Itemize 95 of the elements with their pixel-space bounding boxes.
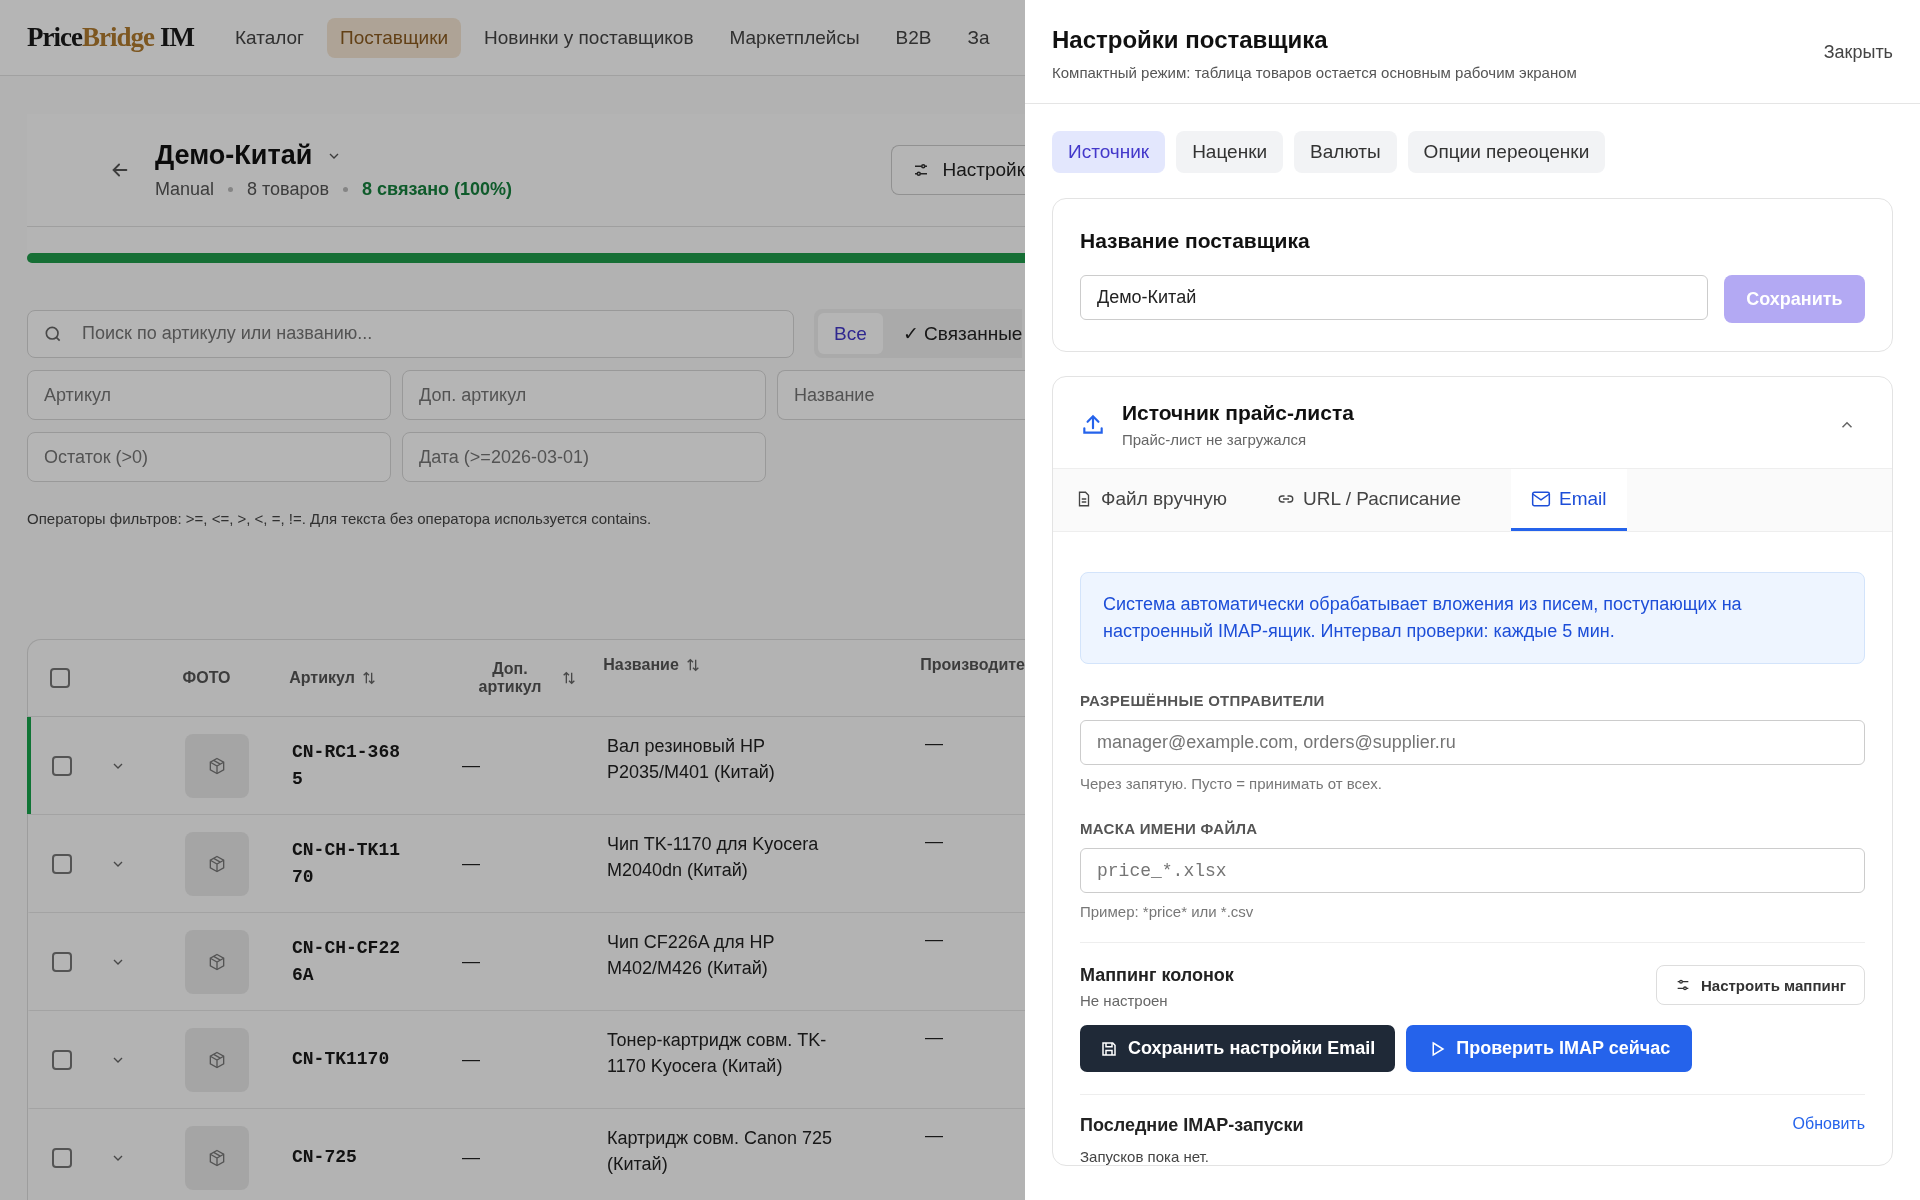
table-row[interactable]: CN-RC1-3685 — Вал резиновый HP P2035/M401 (Китай) — [27, 717, 1025, 815]
tab[interactable]: Опции переоценки [1407, 131, 1606, 173]
row-checkbox[interactable] [52, 755, 72, 776]
sku-cell-text: CN-TK1170 [292, 1048, 391, 1071]
sku-cell-text: CN-725 [292, 1146, 358, 1169]
table-row[interactable]: CN-CH-TK1170 — Чип TK-1170 для Kyocera M2040dn (Китай) — [27, 815, 1025, 913]
input-field[interactable]: manager@example.com, orders@supplier.ru [1080, 720, 1865, 765]
column-header[interactable]: Артикул [289, 669, 355, 687]
info-message: Система автоматически обрабатывает вложения из писем, поступающих на настроенный IMAP-ящик. Интервал проверки: каждые 5 мин. [1080, 572, 1865, 664]
supplier-meta: 8 связано (100%) [362, 179, 513, 200]
table-cell: — [462, 1049, 480, 1070]
sku-cell-text: CN-CH-TK1170 [292, 838, 402, 889]
nav-item[interactable]: Каталог [221, 17, 318, 58]
tab[interactable]: Валюты [1294, 131, 1397, 173]
row-checkbox[interactable] [52, 1049, 72, 1070]
save-email-settings-button[interactable]: Сохранить настройки Email [1080, 1025, 1396, 1072]
filter-field[interactable]: Дата (>=2026-03-01) [402, 432, 766, 482]
drawer-subtitle: Компактный режим: таблица товаров остается основным рабочим экраном [1052, 64, 1577, 81]
sku-cell-text: CN-RC1-3685 [292, 740, 402, 791]
tab[interactable]: Источник [1052, 131, 1166, 173]
separator-dot [228, 187, 234, 192]
search-field[interactable]: Поиск по артикулу или названию... [27, 309, 794, 358]
refresh-link[interactable]: Обновить [1792, 1115, 1865, 1136]
supplier-meta: Manual [155, 179, 215, 200]
column-header: Производите [920, 656, 1025, 674]
table-cell: — [925, 1027, 943, 1047]
mapping-title: Маппинг колонок [1080, 965, 1234, 986]
settings-button[interactable]: Настройк [891, 145, 1025, 195]
row-checkbox[interactable] [52, 853, 72, 874]
nav-item[interactable]: Новинки у поставщиков [471, 17, 707, 58]
source-tab[interactable]: Email [1511, 469, 1627, 531]
card-heading: Название поставщика [1080, 229, 1311, 253]
name-field[interactable]: Демо-Китай [1080, 275, 1708, 320]
runs-title: Последние IMAP-запуски [1080, 1115, 1304, 1136]
nav-item[interactable]: B2B [882, 17, 945, 58]
table-cell: — [925, 733, 943, 753]
box-icon [207, 1049, 227, 1070]
table-cell: — [925, 1125, 943, 1145]
field-label: МАСКА ИМЕНИ ФАЙЛА [1080, 820, 1259, 837]
nav-item[interactable]: Маркетплейсы [716, 17, 873, 58]
table-cell: — [462, 1147, 480, 1168]
filter-field[interactable]: Артикул [27, 370, 391, 420]
input-field[interactable]: price_*.xlsx [1080, 848, 1865, 893]
field-hint: Через запятую. Пусто = принимать от всех. [1080, 775, 1383, 792]
product-name-cell-text: Картридж совм. Canon 725 (Китай) [607, 1127, 833, 1177]
table-cell: — [462, 755, 480, 776]
box-icon [207, 1147, 227, 1168]
check-imap-button[interactable]: Проверить IMAP сейчас [1406, 1025, 1693, 1072]
tab[interactable]: Наценки [1176, 131, 1284, 173]
filter-field[interactable]: Доп. артикул [402, 370, 766, 420]
mapping-status: Не настроен [1080, 992, 1169, 1009]
separator-dot [343, 187, 349, 192]
table-row[interactable]: CN-725 — Картридж совм. Canon 725 (Китай) — [27, 1109, 1025, 1200]
select-all-checkbox[interactable] [50, 668, 70, 688]
filter-field[interactable]: Остаток (>0) [27, 432, 391, 482]
nav-item[interactable]: Поставщики [327, 17, 462, 58]
product-name-cell-text: Чип CF226A для HP M402/M426 (Китай) [607, 931, 776, 981]
table-cell: — [462, 951, 480, 972]
logo[interactable]: PriceBridge IM [27, 22, 194, 53]
table-cell: — [462, 853, 480, 874]
product-name-cell-text: Чип TK-1170 для Kyocera M2040dn (Китай) [607, 833, 820, 883]
table-cell: — [925, 929, 943, 949]
card-heading: Источник прайс-листа [1122, 401, 1355, 425]
supplier-meta: 8 товаров [247, 179, 330, 200]
table-row[interactable]: CN-CH-CF226A — Чип CF226A для HP M402/M426 (Китай) — [27, 913, 1025, 1011]
box-icon [207, 951, 227, 972]
filter-chip[interactable]: ✓ Связанные [886, 313, 1023, 354]
close-button[interactable]: Закрыть [1823, 42, 1893, 63]
configure-mapping-button[interactable]: Настроить маппинг [1655, 965, 1865, 1005]
mail-icon [1531, 489, 1551, 508]
column-header[interactable]: Название [603, 656, 679, 674]
filter-chip[interactable]: Все [818, 313, 883, 354]
card-subtitle: Прайс-лист не загружался [1122, 431, 1308, 448]
supplier-title: Демо-Китай [155, 140, 313, 171]
filter-hint: Операторы фильтров: >=, <=, >, <, =, !=. Для текста без оператора используется contains. [27, 510, 653, 527]
field-hint: Пример: *price* или *.csv [1080, 903, 1255, 920]
sku-cell-text: CN-CH-CF226A [292, 936, 402, 987]
table-cell: — [925, 831, 943, 851]
product-name-cell-text: Тонер-картридж совм. TK-1170 Kyocera (Китай) [607, 1029, 828, 1079]
row-checkbox[interactable] [52, 1147, 72, 1168]
product-name-cell-text: Вал резиновый HP P2035/M401 (Китай) [607, 735, 776, 785]
sort-icon[interactable] [561, 670, 577, 686]
column-header: ФОТО [182, 669, 231, 687]
column-header[interactable]: Доп. артикул [465, 660, 555, 696]
nav-item[interactable]: За [954, 17, 990, 58]
empty-message: Запусков пока нет. [1080, 1148, 1210, 1165]
field-label: РАЗРЕШЁННЫЕ ОТПРАВИТЕЛИ [1080, 692, 1326, 709]
row-checkbox[interactable] [52, 951, 72, 972]
box-icon [207, 755, 227, 776]
table-row[interactable]: CN-TK1170 — Тонер-картридж совм. TK-1170 Kyocera (Китай) — [27, 1011, 1025, 1109]
source-tab[interactable]: Файл вручную [1075, 469, 1246, 531]
drawer-title: Настройки поставщика [1052, 26, 1329, 54]
source-tab[interactable]: URL / Расписание [1277, 469, 1479, 531]
filter-field[interactable]: Название [777, 370, 1025, 420]
box-icon [207, 853, 227, 874]
